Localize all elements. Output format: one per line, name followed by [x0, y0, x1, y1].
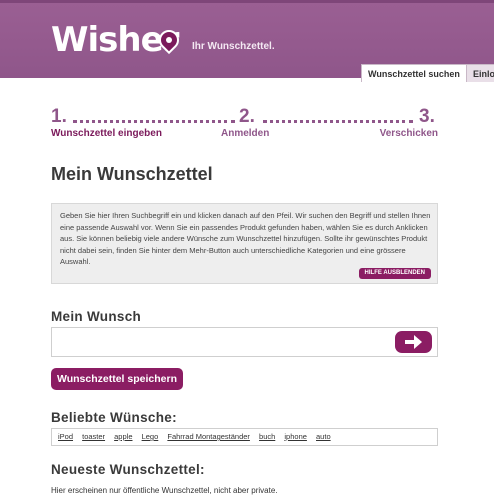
- step-2-number: 2.: [239, 106, 255, 127]
- tag-link[interactable]: toaster: [82, 432, 105, 441]
- help-text: Geben Sie hier Ihren Suchbegriff ein und…: [60, 211, 431, 266]
- wish-input[interactable]: [51, 327, 438, 357]
- step-progress: 1. 2. 3. Wunschzettel eingeben Anmelden …: [51, 106, 438, 146]
- header: Wisher Ihr Wunschzettel. Wunschzettel su…: [0, 0, 494, 82]
- wish-section-title: Mein Wunsch: [51, 309, 142, 324]
- tag-link[interactable]: apple: [114, 432, 132, 441]
- popular-tags: iPod toaster apple Lego Fahrrad Montages…: [58, 432, 338, 441]
- step-1-number: 1.: [51, 106, 67, 127]
- step-divider: [73, 120, 235, 123]
- hide-help-button[interactable]: HILFE AUSBLENDEN: [358, 268, 431, 279]
- page-title: Mein Wunschzettel: [51, 164, 213, 184]
- tag-link[interactable]: iphone: [284, 432, 307, 441]
- step-3-label: Verschicken: [379, 128, 438, 139]
- tab-einloggen[interactable]: Einloggen: [466, 64, 494, 82]
- save-wishlist-button[interactable]: Wunschzettel speichern: [51, 368, 183, 390]
- tag-link[interactable]: Fahrrad Montageständer: [167, 432, 250, 441]
- tag-link[interactable]: iPod: [58, 432, 73, 441]
- tag-link[interactable]: Lego: [142, 432, 159, 441]
- search-arrow-button[interactable]: [395, 331, 432, 353]
- tag-link[interactable]: auto: [316, 432, 331, 441]
- tag-link[interactable]: buch: [259, 432, 275, 441]
- tab-wunschzettel-suchen[interactable]: Wunschzettel suchen: [361, 64, 467, 82]
- step-1-label: Wunschzettel eingeben: [51, 128, 162, 139]
- popular-tags-box: iPod toaster apple Lego Fahrrad Montages…: [51, 428, 438, 446]
- newest-wishlists-description: Hier erscheinen nur öffentliche Wunschze…: [51, 486, 278, 495]
- step-3-number: 3.: [419, 106, 435, 127]
- arrow-right-icon: [405, 335, 422, 349]
- newest-wishlists-title: Neueste Wunschzettel:: [51, 462, 205, 477]
- tagline: Ihr Wunschzettel.: [192, 41, 275, 52]
- help-box: Geben Sie hier Ihren Suchbegriff ein und…: [51, 203, 438, 284]
- logo-pin-dot: [166, 37, 172, 43]
- step-2-label: Anmelden: [221, 128, 270, 139]
- step-divider: [263, 120, 413, 123]
- popular-wishes-title: Beliebte Wünsche:: [51, 410, 177, 425]
